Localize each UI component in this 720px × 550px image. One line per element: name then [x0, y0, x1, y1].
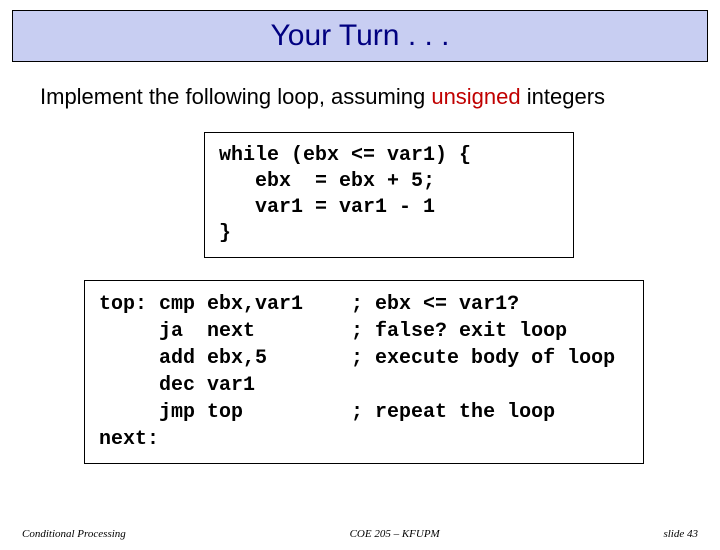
- subtitle: Implement the following loop, assuming u…: [40, 84, 720, 110]
- subtitle-part-1: Implement the following loop, assuming: [40, 84, 431, 109]
- assembly-box: top: cmp ebx,var1 ; ebx <= var1? ja next…: [84, 280, 644, 464]
- title-bar: Your Turn . . .: [12, 10, 708, 62]
- slide: Your Turn . . . Implement the following …: [0, 10, 720, 550]
- pseudocode-box: while (ebx <= var1) { ebx = ebx + 5; var…: [204, 132, 574, 258]
- subtitle-part-2: integers: [521, 84, 605, 109]
- footer-right: slide 43: [663, 528, 698, 540]
- footer-center: COE 205 – KFUPM: [126, 528, 664, 540]
- slide-title: Your Turn . . .: [271, 19, 450, 53]
- footer: Conditional Processing COE 205 – KFUPM s…: [0, 528, 720, 540]
- footer-left: Conditional Processing: [22, 528, 126, 540]
- subtitle-unsigned-word: unsigned: [431, 84, 520, 109]
